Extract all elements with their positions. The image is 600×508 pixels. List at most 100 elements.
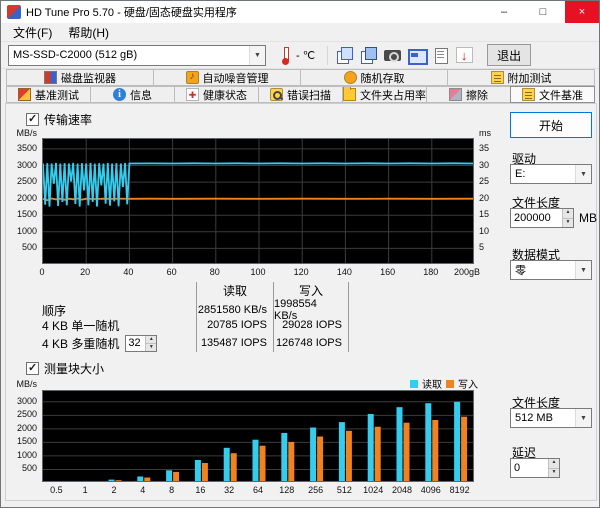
x-tick-label: 128 [279, 485, 295, 495]
x-tick-label: 100 [250, 267, 266, 277]
read-bar [338, 422, 345, 481]
y-tick-label: 1000 [16, 225, 37, 236]
file-length-value[interactable]: 200000 [511, 209, 562, 227]
read-bar [252, 439, 259, 481]
screenshot-icon [407, 47, 428, 65]
tab-row-1: 磁盘监视器 自动噪音管理 随机存取 附加测试 [1, 69, 599, 86]
row-label-text: 4 KB 多重随机 [42, 336, 120, 351]
spinner-buttons [562, 209, 573, 227]
erase-icon [449, 88, 462, 101]
maximize-button[interactable]: □ [526, 1, 560, 23]
read-column-header: 读取 [196, 282, 273, 299]
window-title: HD Tune Pro 5.70 - 硬盘/固态硬盘实用程序 [26, 7, 237, 19]
folder-usage-icon [343, 87, 356, 101]
block-size-checkbox[interactable]: 测量块大小 [26, 360, 104, 377]
x-tick-label: 20 [80, 267, 91, 277]
file-length-input[interactable]: 200000 [510, 208, 574, 228]
table-row-4k-single: 4 KB 单一随机 20785 IOPS 29028 IOPS [34, 316, 349, 334]
copy-text-button[interactable] [356, 44, 380, 66]
drive-combobox[interactable]: E: [510, 164, 592, 184]
close-button[interactable]: × [565, 1, 599, 23]
x-tick-label: 140 [336, 267, 352, 277]
tab-disk-monitor[interactable]: 磁盘监视器 [6, 69, 154, 86]
drive-select-combobox[interactable]: MS-SSD-C2000 (512 gB) [8, 44, 266, 66]
chevron-down-icon[interactable] [575, 409, 591, 427]
tab-error-scan[interactable]: 错误扫描 [258, 86, 343, 103]
queue-depth-value[interactable]: 32 [126, 336, 145, 351]
extra-tests-icon [490, 71, 504, 84]
y-tick-label: 2500 [16, 409, 37, 420]
spinner-buttons [145, 335, 157, 351]
screenshot-button[interactable] [404, 44, 428, 66]
exit-button[interactable]: 退出 [487, 44, 532, 66]
tab-extra-tests[interactable]: 附加测试 [447, 69, 595, 86]
spin-down-icon[interactable] [549, 467, 559, 477]
spin-up-icon[interactable] [146, 335, 157, 343]
write-bar [345, 430, 352, 481]
update-button[interactable] [452, 44, 476, 66]
health-icon [186, 88, 199, 101]
write-bar [288, 441, 295, 481]
tab-aam[interactable]: 自动噪音管理 [153, 69, 301, 86]
row-label: 4 KB 单一随机 [42, 318, 120, 333]
file-length-unit: MB [579, 211, 597, 225]
read-bar [137, 476, 144, 481]
read-bar [310, 427, 317, 481]
chevron-down-icon[interactable] [575, 261, 591, 279]
delay-value[interactable]: 0 [511, 459, 548, 477]
transfer-rate-checkbox[interactable]: 传输速率 [26, 111, 92, 128]
write-value: 126748 IOPS [273, 334, 349, 352]
y-tick-label: 2000 [16, 192, 37, 203]
tab-random-access[interactable]: 随机存取 [300, 69, 448, 86]
x-tick-label: 32 [224, 485, 235, 495]
minimize-button[interactable]: – [487, 1, 521, 23]
x-tick-label: 512 [336, 485, 352, 495]
copy-image-button[interactable] [332, 44, 356, 66]
tab-label: 自动噪音管理 [202, 72, 269, 85]
tab-erase[interactable]: 擦除 [426, 86, 511, 103]
document-button[interactable] [428, 44, 452, 66]
delay-input[interactable]: 0 [510, 458, 560, 478]
chevron-down-icon[interactable] [249, 45, 265, 65]
write-column-header: 写入 [273, 282, 349, 299]
block-size-chart: 读取 写入 MB/s 500 1000 1500 2000 2500 3000 0.5 1 2 4 8… [12, 376, 502, 498]
x-tick-label: 2048 [391, 485, 413, 495]
block-size-plot [42, 390, 474, 482]
spin-down-icon[interactable] [563, 217, 573, 227]
read-bar [223, 447, 230, 481]
right-tick-label: 15 [479, 209, 490, 220]
chevron-down-icon[interactable] [575, 165, 591, 183]
start-button[interactable]: 开始 [510, 112, 592, 138]
y-tick-label: 2500 [16, 176, 37, 187]
camera-button[interactable] [380, 44, 404, 66]
tab-label: 基准测试 [35, 89, 79, 102]
tab-health[interactable]: 健康状态 [174, 86, 259, 103]
x-tick-label: 4 [140, 485, 146, 495]
menu-help[interactable]: 帮助(H) [60, 23, 117, 41]
titlebar[interactable]: HD Tune Pro 5.70 - 硬盘/固态硬盘实用程序 – □ × [1, 1, 599, 23]
read-bar [396, 407, 403, 481]
table-row-sequential: 顺序 2851580 KB/s 1998554 KB/s [34, 298, 349, 322]
spin-up-icon[interactable] [549, 459, 559, 468]
menu-file[interactable]: 文件(F) [5, 23, 60, 41]
tab-benchmark[interactable]: 基准测试 [6, 86, 91, 103]
read-value: 135487 IOPS [196, 334, 273, 352]
read-value: 20785 IOPS [196, 316, 273, 334]
read-bar [108, 479, 115, 481]
spin-up-icon[interactable] [563, 209, 573, 218]
x-tick-label: 64 [252, 485, 263, 495]
y-tick-label: 1500 [16, 209, 37, 220]
read-bar [425, 403, 432, 481]
tab-file-benchmark[interactable]: 文件基准 [510, 86, 595, 103]
tab-folder-usage[interactable]: 文件夹占用率 [342, 86, 427, 103]
right-axis-unit: ms [479, 128, 491, 138]
data-pattern-combobox[interactable]: 零 [510, 260, 592, 280]
tab-info[interactable]: 信息 [90, 86, 175, 103]
transfer-rate-label: 传输速率 [44, 113, 93, 127]
right-tick-label: 20 [479, 192, 490, 203]
tab-row-2: 基准测试 信息 健康状态 错误扫描 文件夹占用率 擦除 文件基准 [1, 86, 599, 103]
table-row-4k-multi: 4 KB 多重随机 32 135487 IOPS 126748 IOPS [34, 334, 349, 352]
queue-depth-spinner[interactable]: 32 [125, 334, 158, 352]
block-file-length-combobox[interactable]: 512 MB [510, 408, 592, 428]
spin-down-icon[interactable] [146, 342, 157, 351]
